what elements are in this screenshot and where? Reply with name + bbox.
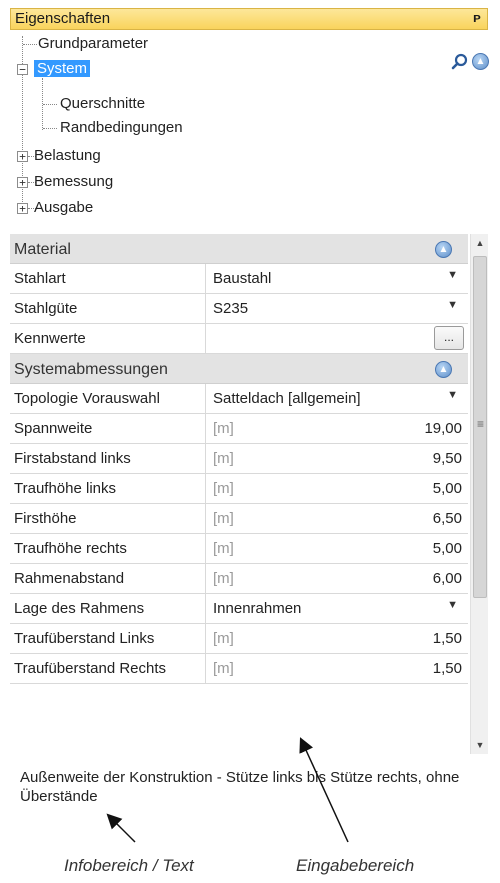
caption-infobereich: Infobereich / Text (64, 856, 194, 875)
arrow-to-info (106, 813, 136, 843)
arrow-to-input (299, 737, 349, 843)
caption-eingabebereich: Eingabebereich (296, 856, 415, 875)
annotation-arrows (106, 737, 349, 843)
